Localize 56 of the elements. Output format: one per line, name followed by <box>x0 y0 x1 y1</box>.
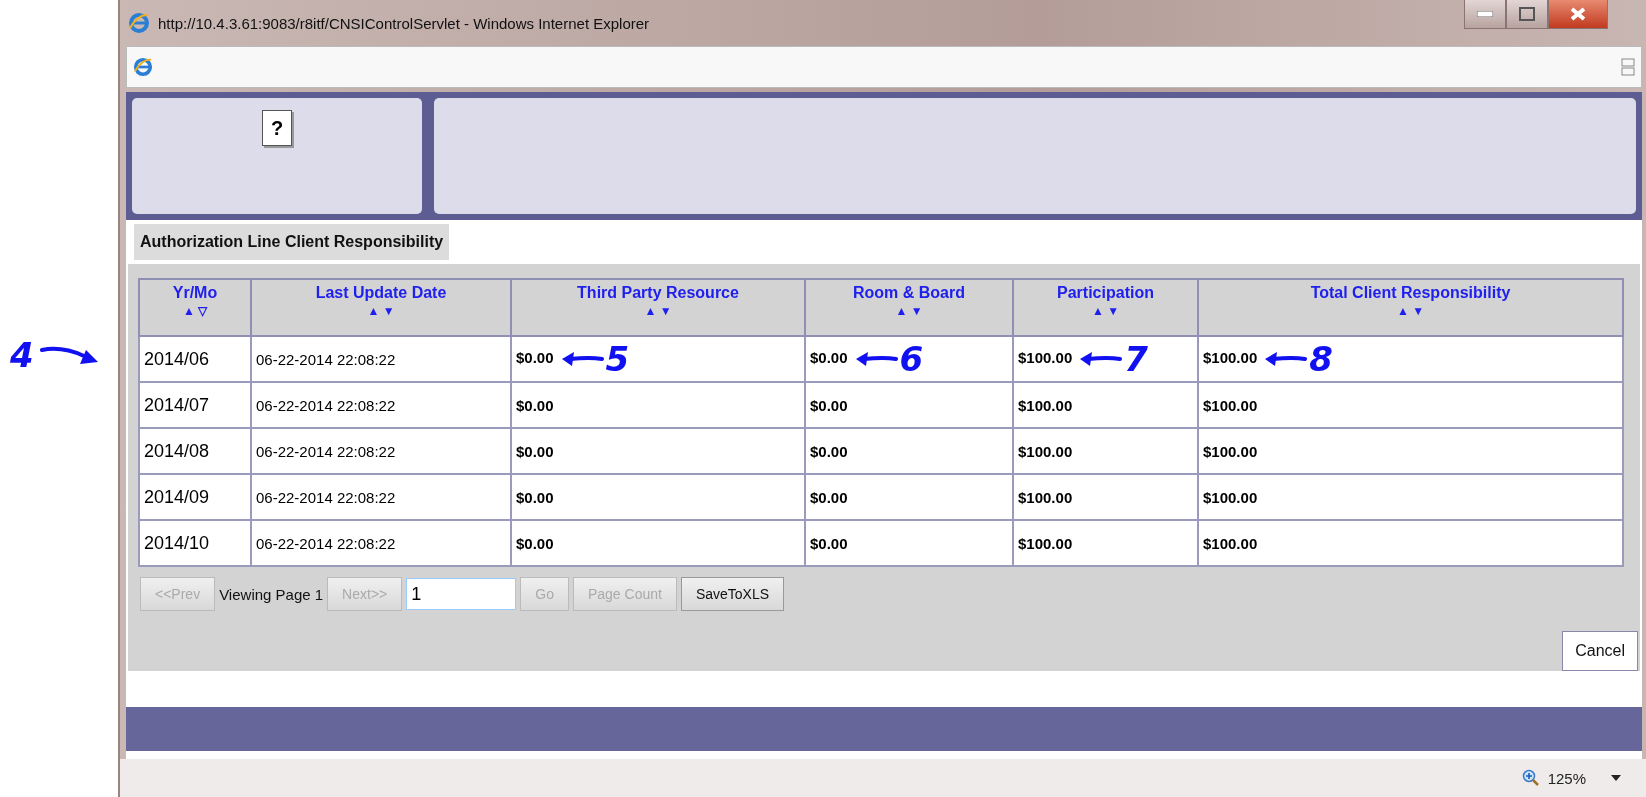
annotation-number: 6 <box>899 342 924 376</box>
browser-logo-icon <box>128 12 150 34</box>
table-cell: $100.00 <box>1198 474 1623 520</box>
table-cell: $0.00 <box>805 382 1013 428</box>
table-cell: $0.00 <box>511 474 805 520</box>
column-header[interactable]: Third Party Resource ▲ ▼ <box>511 279 805 336</box>
zoom-icon[interactable] <box>1521 769 1540 787</box>
column-header[interactable]: Yr/Mo ▲ ▽ <box>139 279 251 336</box>
table-cell: 2014/06 <box>139 336 251 382</box>
table-cell: $100.00 <box>1198 382 1623 428</box>
table-cell: 06-22-2014 22:08:22 <box>251 474 511 520</box>
arrow-icon <box>1078 350 1123 368</box>
table-cell: $0.00 <box>511 428 805 474</box>
table-cell: $0.00 6 <box>805 336 1013 382</box>
table-cell: 06-22-2014 22:08:22 <box>251 382 511 428</box>
table-cell: $0.00 <box>511 382 805 428</box>
zoom-level[interactable]: 125% <box>1547 769 1586 787</box>
caret-icon[interactable] <box>1610 774 1622 782</box>
table-cell: $0.00 <box>805 474 1013 520</box>
table-cell: 06-22-2014 22:08:22 <box>251 428 511 474</box>
page-input-field[interactable]: 1 <box>406 578 517 610</box>
maximize-button[interactable] <box>1506 0 1548 29</box>
table-cell: 2014/09 <box>139 474 251 520</box>
minimize-button[interactable] <box>1464 0 1506 29</box>
column-header[interactable]: Participation ▲ ▼ <box>1013 279 1198 336</box>
section-title: Authorization Line Client Responsibility <box>134 224 450 260</box>
table-cell: $100.00 <box>1013 428 1198 474</box>
browser-logo-icon <box>133 57 153 77</box>
annotation-number: 8 <box>1309 342 1333 376</box>
table-cell: $100.00 7 <box>1013 336 1198 382</box>
window-title: http://10.4.3.61:9083/r8itf/CNSIControlServlet - Windows Internet Explorer <box>158 14 650 32</box>
arrow-icon <box>1263 350 1308 368</box>
compatibility-icon[interactable] <box>1621 58 1635 76</box>
close-button[interactable] <box>1548 0 1608 29</box>
table-cell: $0.00 5 <box>511 336 805 382</box>
close-icon <box>1570 7 1586 21</box>
annotation-number: 7 <box>1124 342 1148 376</box>
annotation-number: 4 <box>10 338 34 372</box>
cancel-button[interactable]: Cancel <box>1562 631 1638 671</box>
help-button[interactable]: ? <box>262 110 292 146</box>
save-button[interactable]: SaveToXLS <box>680 577 785 611</box>
table-cell: $100.00 <box>1013 474 1198 520</box>
annotation-number: 5 <box>605 342 630 376</box>
minimize-icon <box>1477 11 1493 17</box>
table-cell: $0.00 <box>805 428 1013 474</box>
table-cell: $100.00 8 <box>1198 336 1623 382</box>
column-header[interactable]: Total Client Responsibility ▲ ▼ <box>1198 279 1623 336</box>
table-cell: 2014/07 <box>139 382 251 428</box>
column-header[interactable]: Last Update Date ▲ ▼ <box>251 279 511 336</box>
table-cell: $100.00 <box>1198 428 1623 474</box>
maximize-icon <box>1519 7 1535 21</box>
table-cell: $100.00 <box>1013 382 1198 428</box>
page-status: Viewing Page 1 <box>219 585 324 603</box>
column-header[interactable]: Room & Board ▲ ▼ <box>805 279 1013 336</box>
table-cell: 2014/08 <box>139 428 251 474</box>
table-cell: 06-22-2014 22:08:22 <box>251 336 511 382</box>
